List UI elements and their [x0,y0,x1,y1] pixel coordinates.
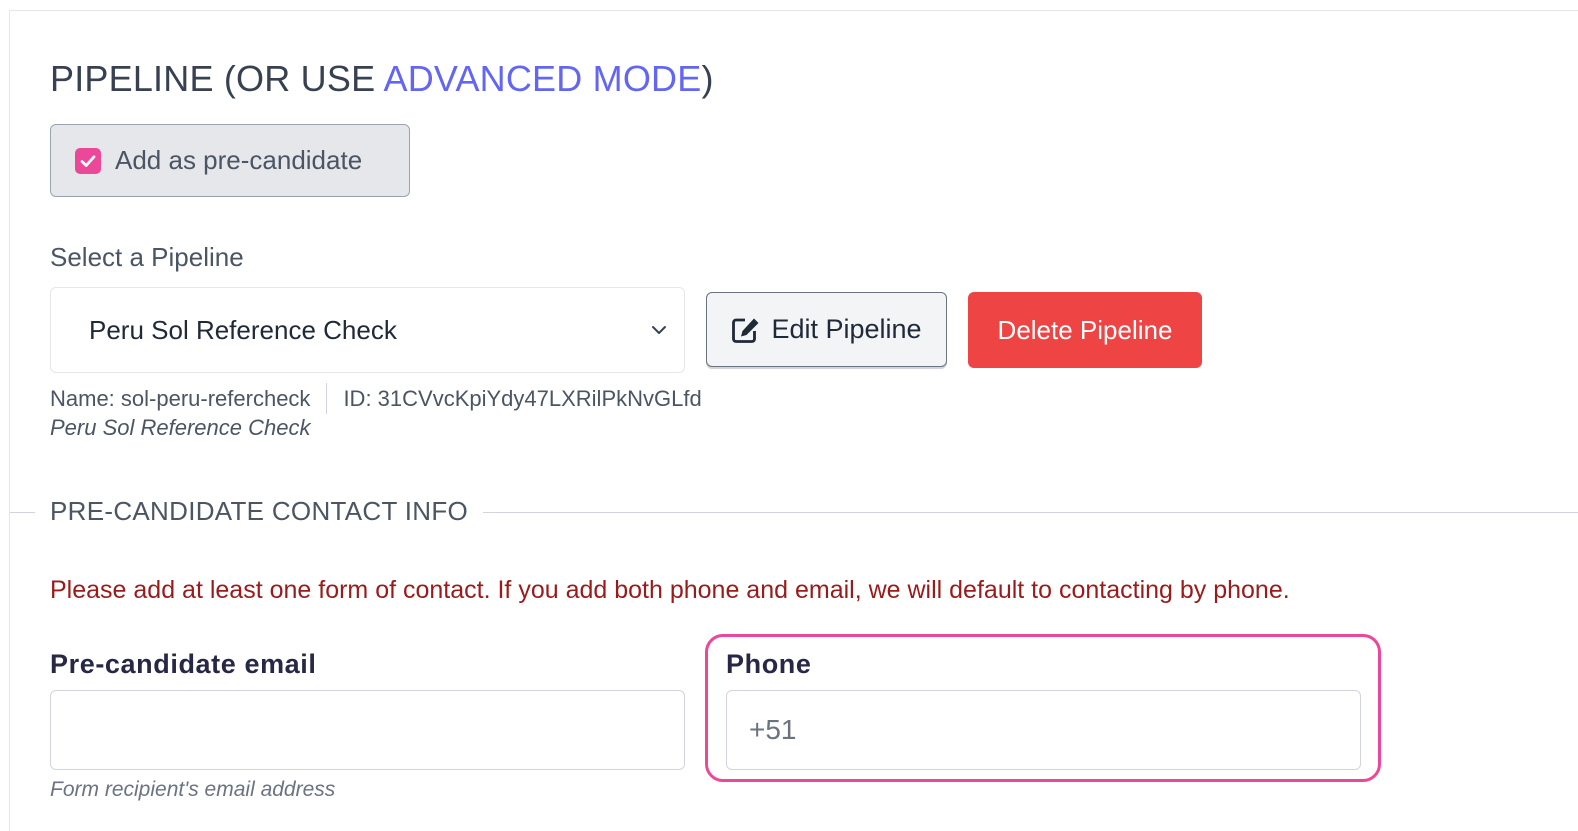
meta-divider [326,383,328,414]
chevron-down-icon [652,326,666,334]
edit-pipeline-label: Edit Pipeline [771,314,922,344]
title-suffix: ) [701,58,714,99]
phone-input[interactable]: +51 [726,690,1361,770]
email-help-text: Form recipient's email address [50,778,336,801]
pipeline-description: Peru Sol Reference Check [50,415,311,440]
pipeline-id: ID: 31CVvcKpiYdy47LXRilPkNvGLfd [343,385,702,411]
phone-label: Phone [726,649,812,679]
add-precandidate-toggle[interactable]: Add as pre-candidate [50,124,410,197]
pipeline-select[interactable]: Peru Sol Reference Check [50,287,685,373]
title-prefix: PIPELINE (OR USE [50,58,384,99]
contact-warning: Please add at least one form of contact.… [50,576,1290,604]
precandidate-label: Add as pre-candidate [115,145,363,175]
pipeline-section-title: PIPELINE (OR USE ADVANCED MODE) [50,58,714,100]
edit-pipeline-button[interactable]: Edit Pipeline [706,292,947,367]
contact-section-heading: PRE-CANDIDATE CONTACT INFO [35,496,484,527]
advanced-mode-link[interactable]: ADVANCED MODE [384,58,702,99]
pipeline-meta: Name: sol-peru-refercheck ID: 31CVvcKpiY… [50,383,702,414]
check-icon [80,154,96,167]
delete-pipeline-button[interactable]: Delete Pipeline [968,292,1202,368]
edit-icon [732,318,759,343]
email-input[interactable] [50,690,685,770]
email-label: Pre-candidate email [50,649,317,679]
select-pipeline-label: Select a Pipeline [50,242,244,272]
pipeline-name: Name: sol-peru-refercheck [50,385,311,411]
pipeline-select-value: Peru Sol Reference Check [89,314,397,345]
precandidate-checkbox[interactable] [75,147,101,174]
